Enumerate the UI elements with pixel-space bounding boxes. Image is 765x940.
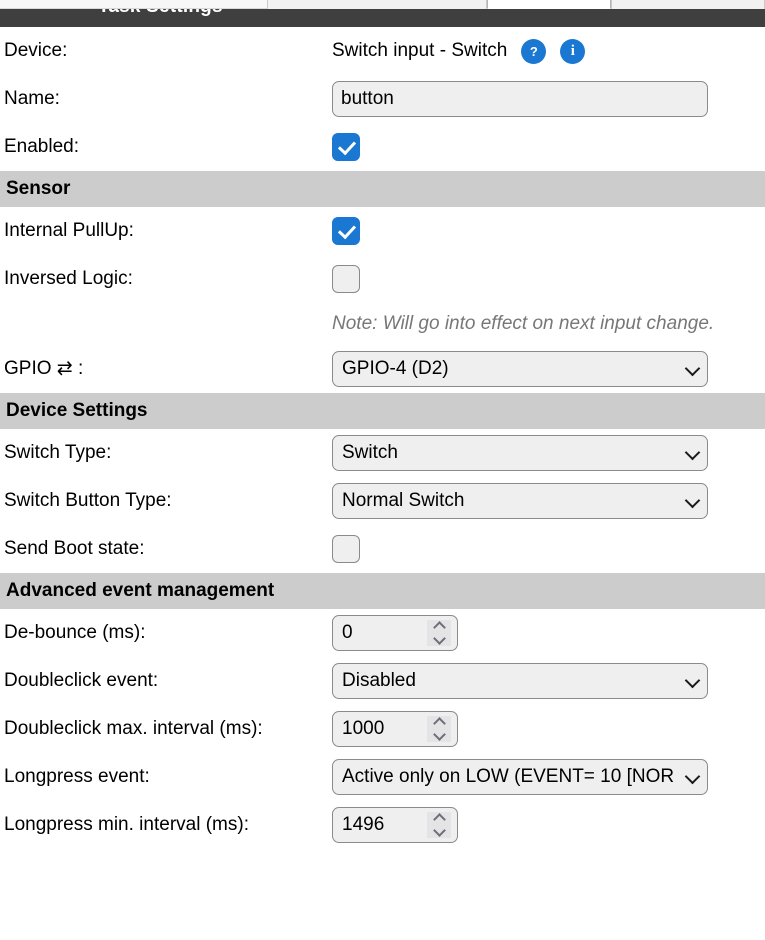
enabled-label: Enabled: [4,136,80,157]
doubleclick-event-select[interactable]: Disabled [332,663,708,699]
switch-type-field: Switch [332,435,765,471]
note-field: Note: Will go into effect on next input … [332,313,765,335]
name-label: Name: [4,88,60,109]
row-enabled: Enabled: [0,123,765,171]
switch-type-select[interactable]: Switch [332,435,708,471]
row-longpress-event: Longpress event: Active only on LOW (EVE… [0,753,765,801]
row-inversed-note: Note: Will go into effect on next input … [0,303,765,345]
tab-inactive-right[interactable] [611,0,765,9]
device-label: Device: [4,40,68,61]
switch-button-type-select[interactable]: Normal Switch [332,483,708,519]
row-doubleclick-interval: Doubleclick max. interval (ms): 1000 [0,705,765,753]
section-header-advanced-event-management: Advanced event management [0,573,765,609]
longpress-interval-value: 1496 [342,814,385,835]
inversed-logic-checkbox[interactable] [332,265,360,293]
switch-type-select-value: Switch [342,442,398,463]
send-boot-state-label: Send Boot state: [4,538,145,559]
doubleclick-interval-number-input[interactable]: 1000 [332,711,458,747]
debounce-label: De-bounce (ms): [4,622,146,643]
send-boot-state-checkbox[interactable] [332,535,360,563]
switch-type-label: Switch Type: [4,442,112,463]
chevron-down-icon [684,492,701,509]
longpress-event-select-value: Active only on LOW (EVENT= 10 [NOR [342,766,675,787]
tab-active[interactable] [487,0,611,9]
row-gpio: GPIO ⇄ : GPIO-4 (D2) [0,345,765,393]
device-field: Switch input - Switch ? i [332,38,765,64]
chevron-down-icon [432,632,446,645]
doubleclick-interval-label: Doubleclick max. interval (ms): [4,718,263,739]
internal-pullup-checkbox[interactable] [332,217,360,245]
longpress-interval-label: Longpress min. interval (ms): [4,814,249,835]
row-send-boot-state: Send Boot state: [0,525,765,573]
name-input[interactable] [332,81,708,117]
enabled-checkbox[interactable] [332,133,360,161]
gpio-label: GPIO ⇄ : [4,358,84,379]
page-title: Task Settings [98,9,223,18]
switch-button-type-select-value: Normal Switch [342,490,465,511]
inversed-logic-field [332,265,765,293]
doubleclick-interval-stepper[interactable] [427,716,451,742]
name-field [332,81,765,117]
switch-button-type-label: Switch Button Type: [4,490,172,511]
section-header-sensor: Sensor [0,171,765,207]
longpress-event-label: Longpress event: [4,766,150,787]
settings-form: Device: Switch input - Switch ? i Name: … [0,27,765,849]
enabled-field [332,133,765,161]
longpress-interval-number-input[interactable]: 1496 [332,807,458,843]
tab-inactive-left[interactable] [267,0,487,9]
longpress-event-select[interactable]: Active only on LOW (EVENT= 10 [NOR [332,759,708,795]
chevron-down-icon [432,728,446,741]
longpress-interval-stepper[interactable] [427,812,451,838]
chevron-down-icon [684,672,701,689]
question-mark-icon[interactable]: ? [521,38,547,64]
doubleclick-event-select-value: Disabled [342,670,416,691]
chevron-down-icon [684,444,701,461]
page-header-bar: Task Settings [0,9,765,27]
gpio-field: GPIO-4 (D2) [332,351,765,387]
doubleclick-interval-value: 1000 [342,718,385,739]
row-name: Name: [0,75,765,123]
row-switch-button-type: Switch Button Type: Normal Switch [0,477,765,525]
internal-pullup-label: Internal PullUp: [4,220,134,241]
gpio-select-value: GPIO-4 (D2) [342,358,449,379]
chevron-down-icon [432,824,446,837]
debounce-stepper[interactable] [427,620,451,646]
inversed-logic-note: Note: Will go into effect on next input … [332,313,715,334]
debounce-number-input[interactable]: 0 [332,615,458,651]
section-header-device-settings: Device Settings [0,393,765,429]
send-boot-state-field [332,535,765,563]
row-switch-type: Switch Type: Switch [0,429,765,477]
gpio-select[interactable]: GPIO-4 (D2) [332,351,708,387]
inversed-logic-label: Inversed Logic: [4,268,133,289]
doubleclick-event-field: Disabled [332,663,765,699]
longpress-interval-field: 1496 [332,807,765,843]
row-doubleclick-event: Doubleclick event: Disabled [0,657,765,705]
debounce-field: 0 [332,615,765,651]
info-icon[interactable]: i [560,38,586,64]
row-longpress-interval: Longpress min. interval (ms): 1496 [0,801,765,849]
tab-strip [0,0,765,9]
row-debounce: De-bounce (ms): 0 [0,609,765,657]
row-inversed-logic: Inversed Logic: [0,255,765,303]
switch-button-type-field: Normal Switch [332,483,765,519]
internal-pullup-field [332,217,765,245]
debounce-value: 0 [342,622,353,643]
task-settings-page: Task Settings Device: Switch input - Swi… [0,0,765,940]
row-internal-pullup: Internal PullUp: [0,207,765,255]
device-value: Switch input - Switch [332,40,508,61]
longpress-event-field: Active only on LOW (EVENT= 10 [NOR [332,759,765,795]
chevron-down-icon [684,360,701,377]
doubleclick-event-label: Doubleclick event: [4,670,159,691]
row-device: Device: Switch input - Switch ? i [0,27,765,75]
doubleclick-interval-field: 1000 [332,711,765,747]
